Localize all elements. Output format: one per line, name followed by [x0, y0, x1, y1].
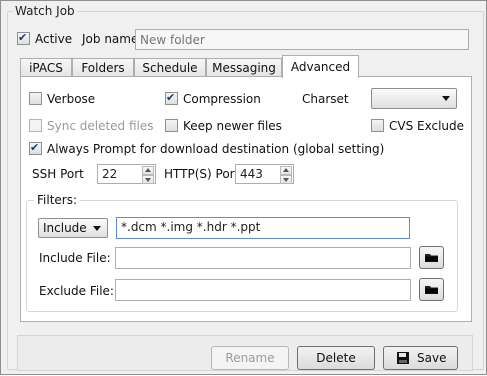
- delete-button[interactable]: Delete: [297, 346, 375, 370]
- tab-ipacs[interactable]: iPACS: [20, 58, 72, 76]
- tab-schedule[interactable]: Schedule: [134, 58, 206, 76]
- watch-job-window: Watch Job Active Job name iPACS Folders …: [0, 0, 487, 375]
- job-name-label: Job name: [82, 32, 139, 46]
- tab-messaging[interactable]: Messaging: [206, 58, 282, 76]
- tab-advanced[interactable]: Advanced: [282, 55, 359, 78]
- active-checkbox[interactable]: [17, 30, 30, 46]
- tab-folders[interactable]: Folders: [72, 58, 134, 76]
- save-button[interactable]: Save: [383, 346, 458, 370]
- job-name-input[interactable]: [135, 29, 469, 50]
- active-label: Active: [35, 32, 73, 46]
- advanced-panel: [20, 76, 472, 322]
- save-label: Save: [417, 351, 447, 365]
- rename-button[interactable]: Rename: [211, 346, 289, 370]
- save-icon: [397, 352, 409, 364]
- group-title: Watch Job: [13, 4, 77, 18]
